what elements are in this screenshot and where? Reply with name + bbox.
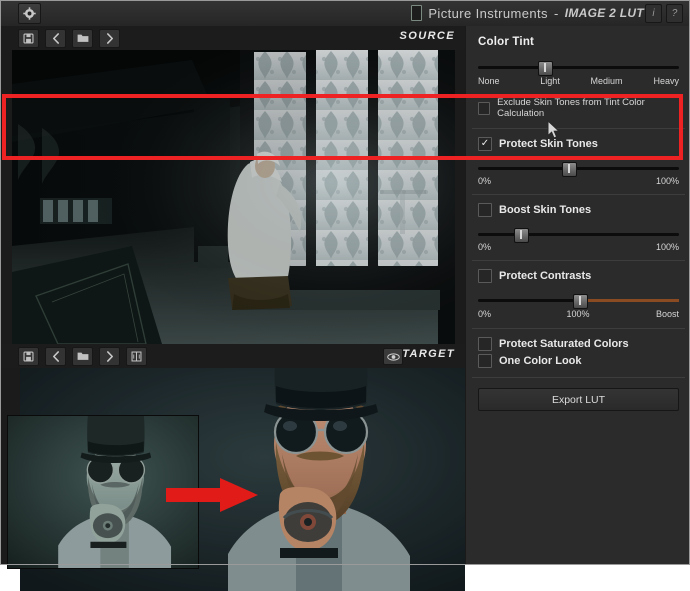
boost-skin-tones-ticks: 0% 100% [478,242,679,252]
boost-skin-min: 0% [478,242,491,252]
protect-skin-max: 100% [656,176,679,186]
boost-skin-tones-slider[interactable] [478,227,679,241]
protect-skin-tones-track [478,167,679,170]
protect-skin-tones-handle[interactable] [562,162,577,177]
protect-skin-min: 0% [478,176,491,186]
protect-contrasts-ticks: 0% 100% Boost [478,309,679,320]
protect-contrasts-handle[interactable] [573,294,588,309]
color-tint-title: Color Tint [478,36,679,48]
protect-contrasts-boost-range [579,299,680,302]
tick-medium: Medium [591,76,623,86]
source-label: SOURCE [400,30,455,42]
controls-panel: Color Tint None Light Medium Heavy Exclu… [465,26,690,565]
save-disk-icon [23,33,34,44]
protect-skin-tones-slider[interactable] [478,161,679,175]
color-tint-track [478,66,679,69]
contrast-max: Boost [656,309,679,319]
contrast-mid: 100% [566,309,589,319]
eye-toggle-icon [387,353,400,361]
tick-heavy: Heavy [653,76,679,86]
one-color-look-label: One Color Look [499,355,582,367]
exclude-skin-tones-label: Exclude Skin Tones from Tint Color Calcu… [497,97,679,119]
image-2-lut-application: Picture Instruments - IMAGE 2 LUT i ? [0,0,690,565]
boost-skin-tones-checkbox[interactable] [478,203,492,217]
info-button[interactable]: i [645,4,662,23]
next-source-button[interactable] [99,29,120,48]
export-section: Export LUT [466,378,690,411]
protect-saturated-colors-row[interactable]: Protect Saturated Colors [478,337,679,351]
protect-skin-tones-checkbox[interactable]: ✓ [478,137,492,151]
window-title: Picture Instruments - IMAGE 2 LUT [411,4,644,22]
image-pane: SOURCE [0,26,465,565]
one-color-look-checkbox[interactable] [478,354,492,368]
document-icon [411,5,422,21]
source-image[interactable] [12,50,455,344]
boost-skin-tones-section: Boost Skin Tones 0% 100% [466,195,690,252]
chevron-left-icon [52,351,60,362]
gear-icon [23,7,36,20]
boost-skin-tones-handle[interactable] [514,228,529,243]
previous-target-button[interactable] [45,347,66,366]
open-target-folder-button[interactable] [72,347,93,366]
boost-skin-tones-label: Boost Skin Tones [499,204,591,216]
chevron-right-icon [106,351,114,362]
previous-source-button[interactable] [45,29,66,48]
tick-none: None [478,76,500,86]
brand-name: Picture Instruments [428,6,548,21]
title-separator: - [554,6,559,21]
one-color-look-row[interactable]: One Color Look [478,354,679,368]
contrast-min: 0% [478,309,491,319]
boost-skin-max: 100% [656,242,679,252]
target-label: TARGET [402,348,455,360]
split-view-button[interactable] [126,347,147,366]
open-source-folder-button[interactable] [72,29,93,48]
eye-toggle-button[interactable] [383,348,403,365]
title-bar: Picture Instruments - IMAGE 2 LUT i ? [0,0,690,27]
save-target-button[interactable] [18,347,39,366]
color-tint-ticks: None Light Medium Heavy [478,76,679,87]
source-toolbar: SOURCE [0,26,465,50]
save-source-button[interactable] [18,29,39,48]
exclude-skin-tones-checkbox[interactable] [478,102,490,115]
help-button[interactable]: ? [666,4,683,23]
save-disk-icon [23,351,34,362]
protect-skin-tones-ticks: 0% 100% [478,176,679,186]
chevron-left-icon [52,33,60,44]
protect-saturated-colors-checkbox[interactable] [478,337,492,351]
folder-icon [77,351,89,361]
protect-contrasts-row[interactable]: Protect Contrasts [478,269,679,283]
protect-skin-tones-row[interactable]: ✓ Protect Skin Tones [478,137,679,151]
color-tint-section: Color Tint None Light Medium Heavy Exclu… [466,26,690,119]
export-lut-button[interactable]: Export LUT [478,388,679,411]
protect-contrasts-checkbox[interactable] [478,269,492,283]
protect-contrasts-section: Protect Contrasts 0% 100% Boost [466,261,690,320]
protect-contrasts-slider[interactable] [478,293,679,307]
split-view-icon [131,351,142,362]
protect-skin-tones-label: Protect Skin Tones [499,138,598,150]
target-toolbar: TARGET [0,344,465,368]
protect-skin-tones-section: ✓ Protect Skin Tones 0% 100% [466,129,690,186]
extra-options-section: Protect Saturated Colors One Color Look [466,329,690,368]
boost-skin-tones-track [478,233,679,236]
mouse-cursor [547,120,560,139]
source-image-content [12,50,455,344]
folder-icon [77,33,89,43]
product-name: IMAGE 2 LUT [565,6,644,20]
protect-contrasts-label: Protect Contrasts [499,270,591,282]
color-tint-slider[interactable] [478,60,679,74]
next-target-button[interactable] [99,347,120,366]
red-arrow-annotation [166,478,258,512]
protect-saturated-colors-label: Protect Saturated Colors [499,338,629,350]
settings-button[interactable] [18,3,41,24]
tick-light: Light [540,76,560,86]
exclude-skin-tones-row[interactable]: Exclude Skin Tones from Tint Color Calcu… [478,97,679,119]
boost-skin-tones-row[interactable]: Boost Skin Tones [478,203,679,217]
chevron-right-icon [106,33,114,44]
color-tint-handle[interactable] [538,61,553,76]
